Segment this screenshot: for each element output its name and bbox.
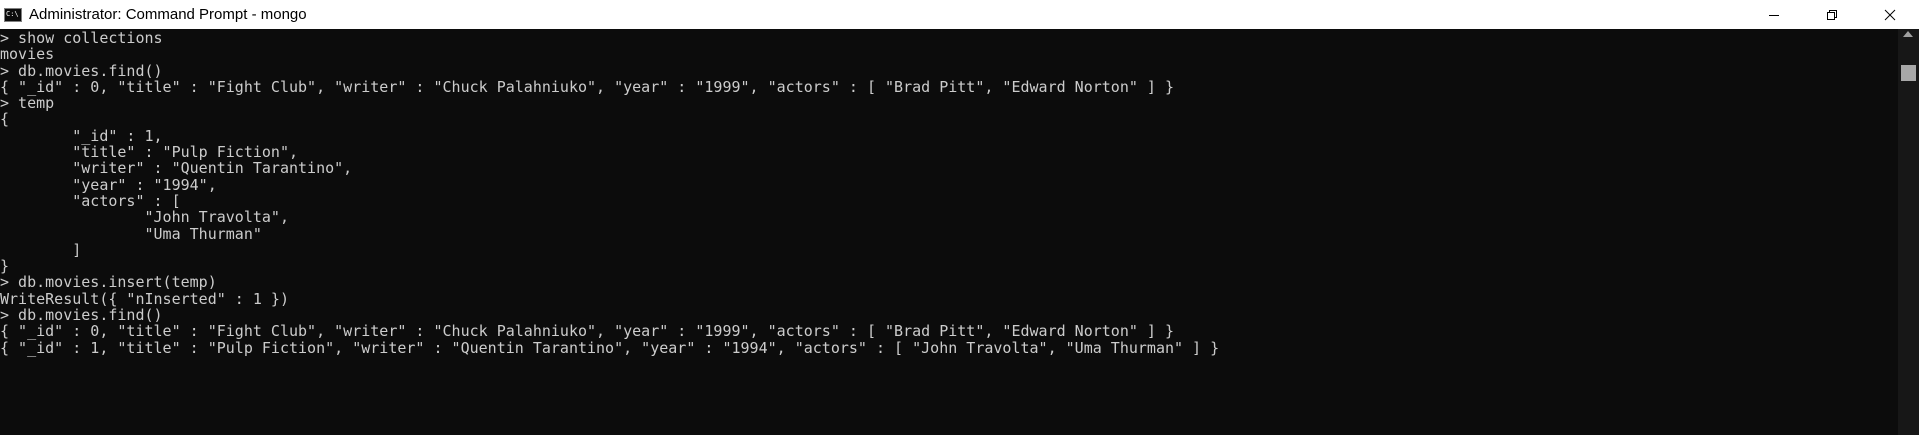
title-bar[interactable]: C:\ Administrator: Command Prompt - mong… [0,0,1919,29]
minimize-icon [1769,14,1779,16]
console-line: "writer" : "Quentin Tarantino", [0,159,353,178]
window-controls [1745,0,1919,29]
cmd-icon[interactable]: C:\ [4,7,22,22]
console-line: { "_id" : 0, "title" : "Fight Club", "wr… [0,77,1174,96]
console-line: } [0,257,10,276]
scroll-up-arrow-icon[interactable] [1903,31,1913,37]
close-icon [1884,9,1896,20]
console-line: > show collections [0,30,163,47]
console-line: { [0,110,10,129]
command-prompt-window: C:\ Administrator: Command Prompt - mong… [0,0,1919,435]
window-title: Administrator: Command Prompt - mongo [29,6,307,23]
console-line: "John Travolta", [0,208,289,227]
console-line: WriteResult({ "nInserted" : 1 }) [0,289,289,308]
console-line: "year" : "1994", [0,175,217,194]
maximize-button[interactable] [1803,0,1861,29]
console-line: > db.movies.find() [0,61,163,80]
console-line: "title" : "Pulp Fiction", [0,143,299,162]
restore-icon [1827,9,1837,20]
scrollbar-thumb[interactable] [1901,65,1916,81]
console-output[interactable]: > show collections movies > db.movies.fi… [0,30,1898,435]
console-line: { "_id" : 1, "title" : "Pulp Fiction", "… [0,338,1220,357]
minimize-button[interactable] [1745,0,1803,29]
console-line: > db.movies.insert(temp) [0,273,217,292]
console-line: > temp [0,94,55,113]
console-line: "actors" : [ [0,191,181,210]
cmd-icon-label: C:\ [6,10,19,18]
console-line: "_id" : 1, [0,126,163,145]
close-button[interactable] [1861,0,1919,29]
console-line: { "_id" : 0, "title" : "Fight Club", "wr… [0,322,1174,341]
vertical-scrollbar[interactable] [1898,29,1919,435]
console-line: movies [0,45,55,64]
console-line: "Uma Thurman" [0,224,262,243]
console-line: ] [0,240,82,259]
console-line: > db.movies.find() [0,306,163,325]
